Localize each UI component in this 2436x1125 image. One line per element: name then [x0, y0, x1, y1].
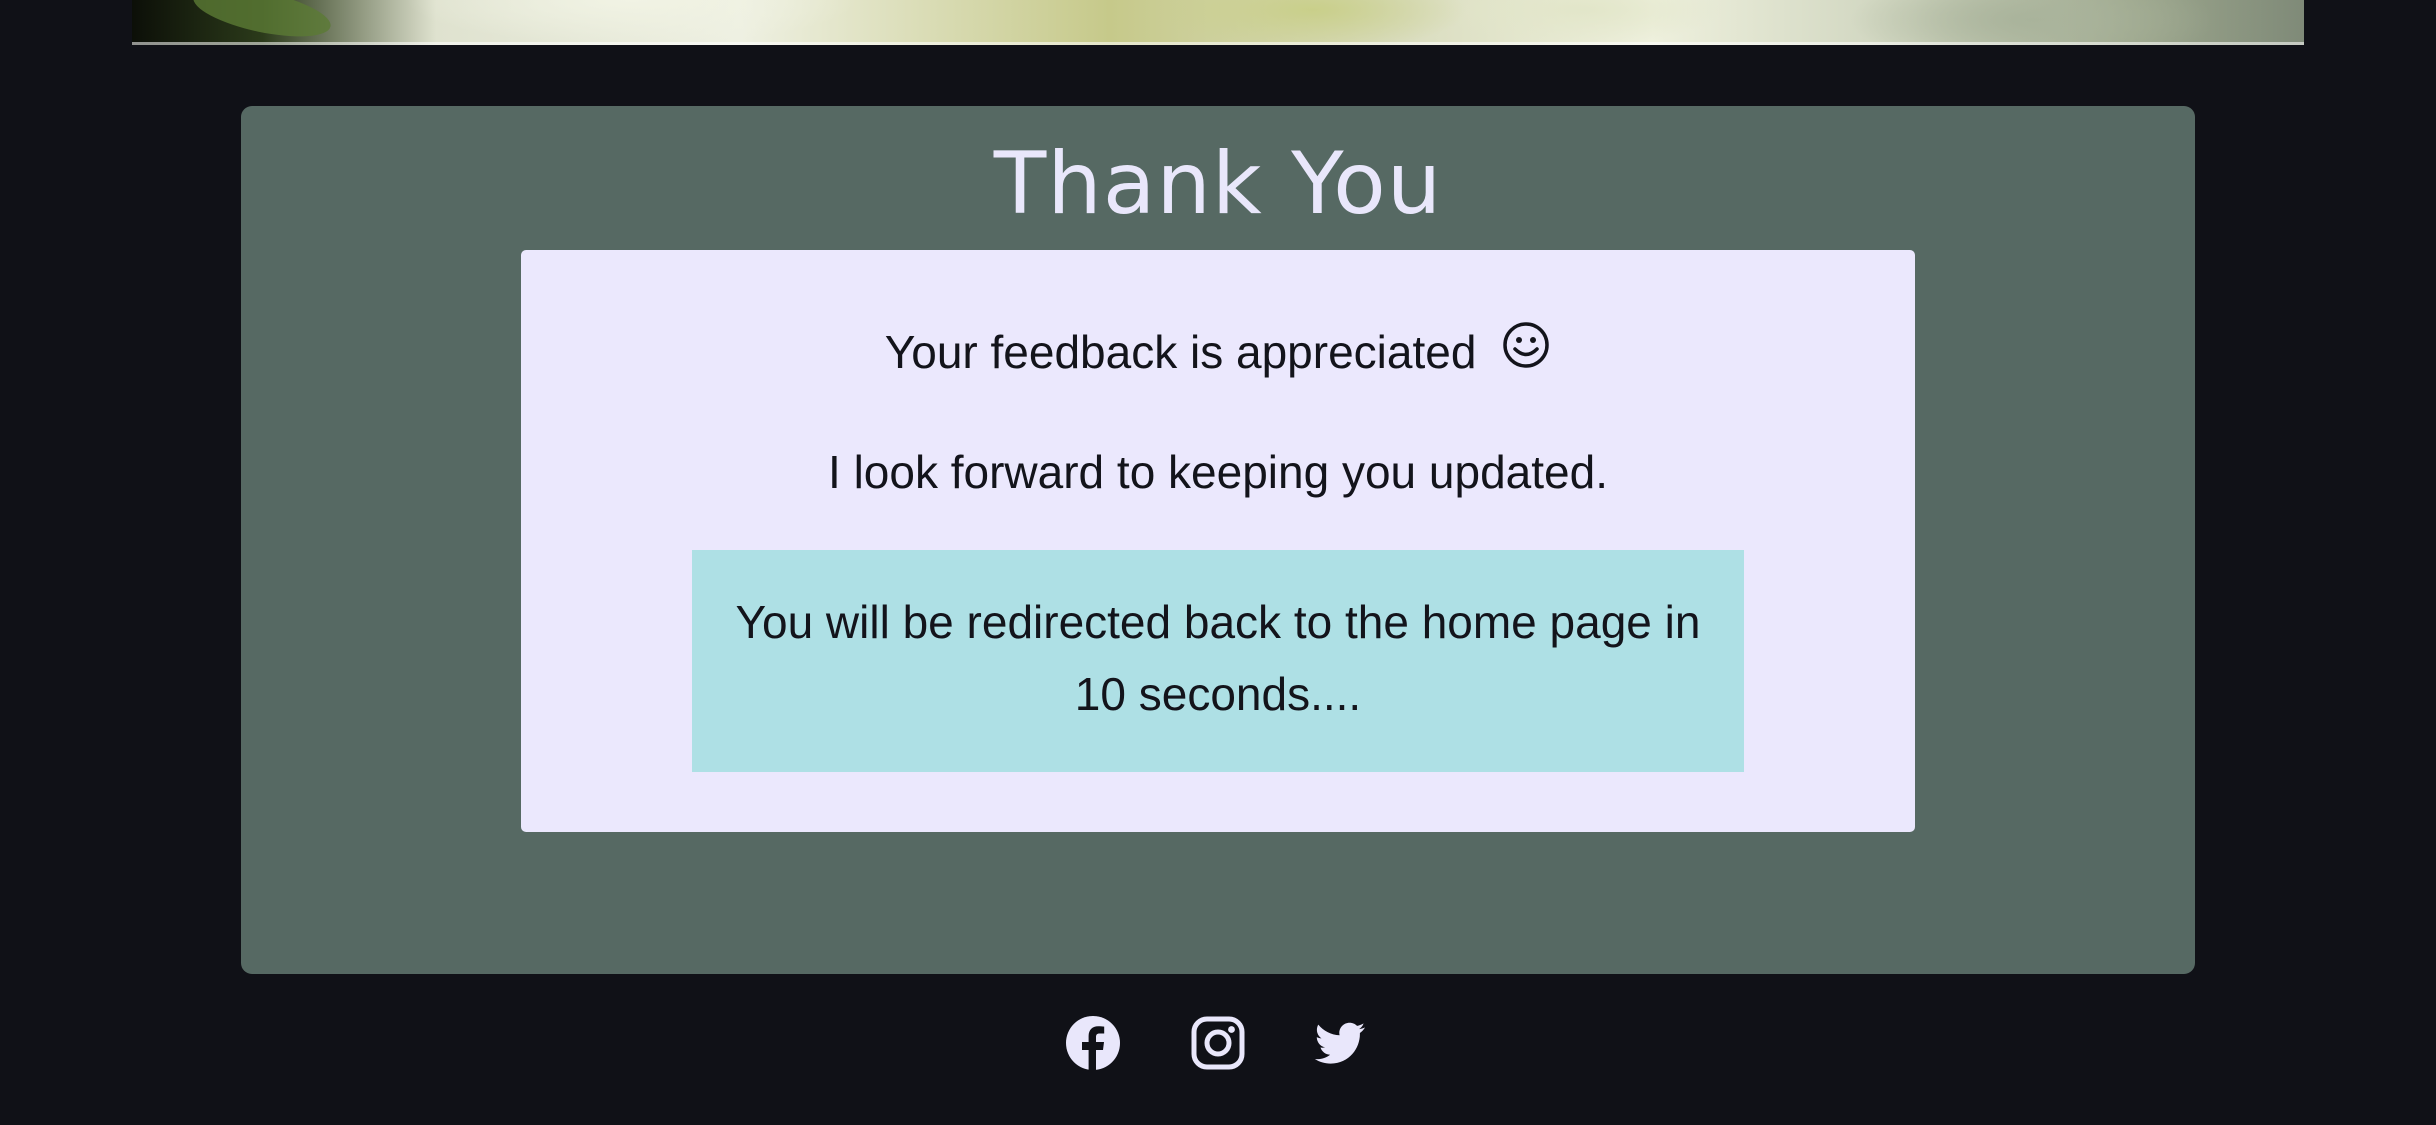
twitter-icon[interactable] — [1311, 1014, 1369, 1072]
hero-image-detail — [189, 0, 335, 45]
thank-you-card: Thank You Your feedback is appreciated I… — [241, 106, 2195, 974]
page-title: Thank You — [993, 134, 1443, 234]
feedback-text: Your feedback is appreciated — [884, 326, 1477, 378]
hero-image — [132, 0, 2304, 45]
update-line: I look forward to keeping you updated. — [828, 446, 1608, 498]
hero-image-border — [132, 42, 2304, 45]
redirect-text: You will be redirected back to the home … — [735, 596, 1701, 720]
smiley-icon — [1501, 320, 1551, 384]
facebook-icon[interactable] — [1064, 1014, 1122, 1072]
instagram-icon[interactable] — [1189, 1014, 1247, 1072]
redirect-notice: You will be redirected back to the home … — [692, 550, 1744, 772]
social-links — [0, 1014, 2436, 1072]
feedback-line: Your feedback is appreciated — [521, 322, 1915, 388]
message-panel: Your feedback is appreciated I look forw… — [521, 250, 1915, 832]
